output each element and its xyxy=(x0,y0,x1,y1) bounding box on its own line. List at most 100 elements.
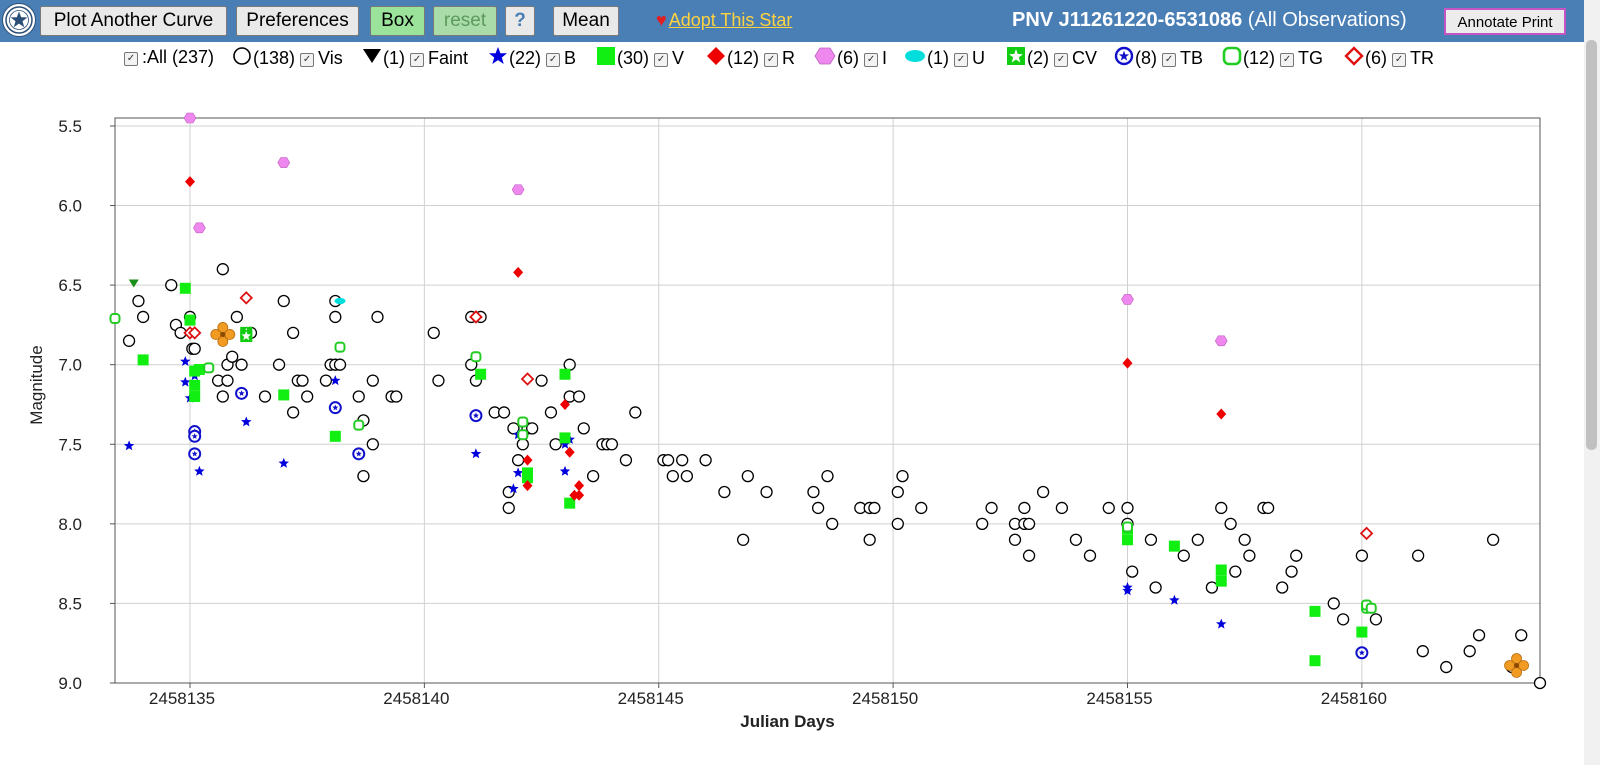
checkbox-tr[interactable]: ✓ xyxy=(1392,53,1407,67)
series-legend: ✓:All (237) (138) ✓ Vis (1) ✓ Faint (22) ✓… xyxy=(0,44,1600,72)
circled-star-icon xyxy=(1114,46,1134,66)
highlight-point xyxy=(210,322,236,347)
vis-point xyxy=(1102,501,1115,515)
y-tick-label: 8.0 xyxy=(58,515,82,534)
vis-point xyxy=(258,390,272,403)
scrollbar-thumb[interactable] xyxy=(1586,40,1597,450)
legend-item-v: (30) ✓ V xyxy=(596,46,684,68)
vis-point xyxy=(629,406,642,419)
preferences-button[interactable]: Preferences xyxy=(236,6,359,36)
vis-point xyxy=(826,517,839,530)
y-tick-label: 8.5 xyxy=(58,594,82,613)
help-button[interactable]: ? xyxy=(505,6,535,36)
b-point xyxy=(559,465,571,476)
checkbox-cv[interactable]: ✓ xyxy=(1054,53,1069,67)
y-tick-label: 7.5 xyxy=(58,435,82,454)
data-points xyxy=(109,112,1547,690)
vis-point xyxy=(1069,533,1083,546)
v-point xyxy=(189,391,201,403)
checkbox-b[interactable]: ✓ xyxy=(546,53,561,67)
vis-point xyxy=(427,326,440,340)
vis-point xyxy=(1243,549,1256,562)
highlight-center xyxy=(1514,662,1520,668)
checkbox-vis[interactable]: ✓ xyxy=(300,53,315,67)
vis-point xyxy=(891,517,904,530)
vis-point xyxy=(1369,613,1383,626)
vis-point xyxy=(216,390,229,403)
adopt-star-link[interactable]: ♥ Adopt This Star xyxy=(656,10,792,31)
v-point xyxy=(475,368,487,380)
vis-point xyxy=(1290,549,1303,562)
light-curve-chart[interactable]: 5.5 6.0 6.5 7.0 7.5 8.0 8.5 9.0 2458135 2458140 24… xyxy=(0,78,1580,763)
vis-point xyxy=(1205,581,1219,594)
checkbox-tb[interactable]: ✓ xyxy=(1162,53,1177,67)
vis-point xyxy=(122,334,136,347)
vis-point xyxy=(1121,501,1134,515)
tg-point xyxy=(1122,521,1133,533)
i-point xyxy=(277,157,291,168)
legend-cv-count: (2) xyxy=(1027,48,1049,68)
legend-all: ✓ :All (237) xyxy=(124,46,214,68)
vis-point xyxy=(1229,565,1242,578)
aavso-logo-icon[interactable] xyxy=(2,3,36,37)
box-button[interactable]: Box xyxy=(370,6,425,36)
tg-point xyxy=(353,419,365,431)
square-icon xyxy=(597,47,615,65)
v-point xyxy=(329,430,341,442)
checkbox-all[interactable]: ✓ xyxy=(124,52,138,66)
legend-b-label: B xyxy=(564,48,577,68)
checkbox-u[interactable]: ✓ xyxy=(954,53,969,67)
v-point xyxy=(1122,534,1133,546)
v-point xyxy=(193,363,205,375)
legend-item-i: (6) ✓ I xyxy=(814,46,887,68)
checkbox-i[interactable]: ✓ xyxy=(864,53,879,67)
vis-point xyxy=(1215,501,1228,515)
mean-button[interactable]: Mean xyxy=(553,6,619,36)
annotate-print-button[interactable]: Annotate Print xyxy=(1444,8,1566,35)
checkbox-r[interactable]: ✓ xyxy=(764,53,779,67)
vis-point xyxy=(736,533,750,546)
b-point xyxy=(330,375,341,386)
y-axis-label: Magnitude xyxy=(27,345,46,424)
vis-point xyxy=(1008,533,1022,546)
vis-point xyxy=(549,438,562,451)
checkbox-tg[interactable]: ✓ xyxy=(1280,53,1295,67)
legend-item-b: (22) ✓ B xyxy=(488,46,576,68)
vis-point xyxy=(544,406,558,419)
vis-point xyxy=(915,501,928,515)
plot-another-curve-button[interactable]: Plot Another Curve xyxy=(40,6,227,36)
reset-button[interactable]: reset xyxy=(433,6,497,36)
y-tick-label: 5.5 xyxy=(58,117,82,136)
vis-point xyxy=(605,438,619,451)
v-point xyxy=(1215,564,1227,576)
legend-tg-count: (12) xyxy=(1243,48,1276,68)
r-point xyxy=(574,480,585,492)
vis-point xyxy=(1411,549,1425,562)
vis-point xyxy=(1336,613,1350,626)
vertical-scrollbar[interactable] xyxy=(1584,0,1600,765)
checkbox-v[interactable]: ✓ xyxy=(654,53,669,67)
legend-all-label: :All (237) xyxy=(142,47,215,67)
vis-point xyxy=(718,485,731,499)
tg-point xyxy=(203,362,215,374)
vis-point xyxy=(863,533,876,546)
tg-point xyxy=(517,416,529,428)
x-axis-label: Julian Days xyxy=(740,712,835,731)
checkbox-faint[interactable]: ✓ xyxy=(410,53,425,67)
legend-tb-count: (8) xyxy=(1135,48,1157,68)
tb-point xyxy=(188,429,202,443)
tb-point xyxy=(352,447,366,461)
vis-point xyxy=(896,469,909,483)
u-point xyxy=(334,297,346,305)
vis-point xyxy=(221,374,234,387)
tb-point xyxy=(188,447,202,461)
plot-frame xyxy=(114,117,1541,684)
vis-point xyxy=(868,501,881,515)
tb-point xyxy=(328,401,342,415)
b-point xyxy=(180,376,191,387)
tb-point xyxy=(1355,646,1369,660)
v-point xyxy=(1309,655,1321,667)
vis-point xyxy=(811,501,825,515)
vis-point xyxy=(1126,565,1139,578)
r-point xyxy=(522,454,533,466)
